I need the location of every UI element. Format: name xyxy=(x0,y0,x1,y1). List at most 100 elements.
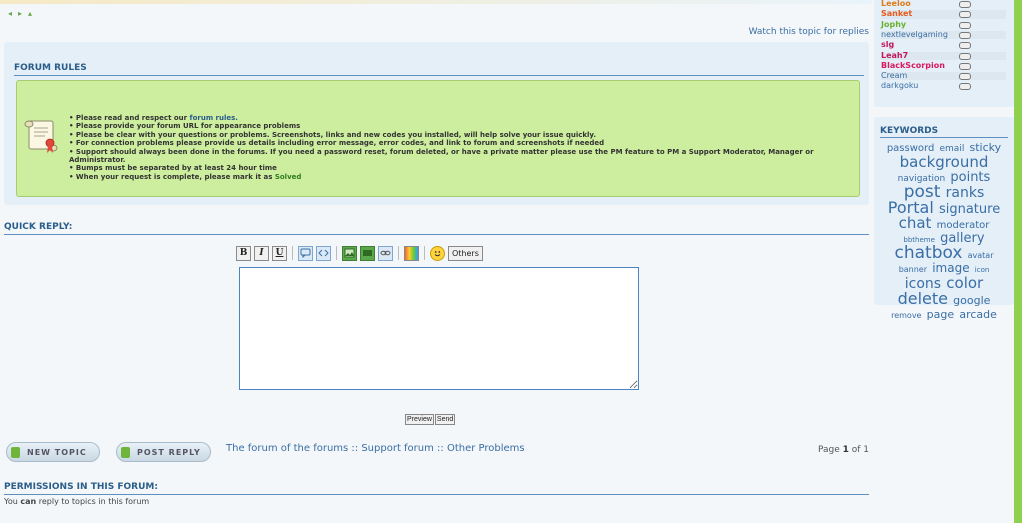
online-user-name[interactable]: Jophy xyxy=(881,20,961,29)
keyword-tag[interactable]: delete xyxy=(898,289,948,308)
watch-topic-link[interactable]: Watch this topic for replies xyxy=(749,27,869,37)
forum-rule-text: • When your request is complete, please … xyxy=(69,172,275,181)
online-user-row: Leeloo xyxy=(881,0,1006,8)
keyword-tag[interactable]: background xyxy=(900,153,989,171)
keyword-tag[interactable]: chat xyxy=(899,214,932,232)
link-icon[interactable] xyxy=(378,245,393,261)
color-icon[interactable] xyxy=(404,245,419,261)
user-status-icon xyxy=(959,31,971,39)
next-arrow-icon[interactable]: ▸ xyxy=(18,9,22,18)
topic-nav: ◂ ▸ ▴ xyxy=(8,9,32,18)
online-user-name[interactable]: slg xyxy=(881,40,961,49)
forum-rule-item: • Please be clear with your questions or… xyxy=(69,131,829,139)
user-status-icon xyxy=(959,73,971,81)
user-status-icon xyxy=(959,52,971,60)
scroll-certificate-icon xyxy=(24,120,58,153)
keyword-tag[interactable]: icon xyxy=(975,266,990,274)
up-arrow-icon[interactable]: ▴ xyxy=(28,9,32,18)
keywords-title: KEYWORDS xyxy=(880,126,1008,138)
reply-buttons: Preview Send xyxy=(405,414,456,425)
top-strip xyxy=(0,0,872,4)
post-reply-button[interactable]: POST REPLY xyxy=(116,442,211,462)
online-user-row: Jophy xyxy=(881,20,1006,29)
code-icon[interactable] xyxy=(316,245,331,261)
quote-icon[interactable] xyxy=(298,245,313,261)
user-status-icon xyxy=(959,11,971,19)
user-status-icon xyxy=(959,83,971,91)
online-user-row: Cream xyxy=(881,71,1006,81)
online-users-panel: Leeloo Sanket Jophy nextlevelgaming slg Leah7… xyxy=(874,0,1014,107)
keyword-tag[interactable]: chatbox xyxy=(895,243,963,263)
keyword-tag[interactable]: moderator xyxy=(937,220,990,231)
online-user-name[interactable]: Leah7 xyxy=(881,51,961,60)
forum-rule-item: • Please read and respect our forum rule… xyxy=(69,114,829,122)
keyword-tag[interactable]: remove xyxy=(891,311,921,320)
forum-rules-content: • Please read and respect our forum rule… xyxy=(16,80,860,197)
permissions-title: PERMISSIONS IN THIS FORUM: xyxy=(4,482,869,495)
online-user-name[interactable]: Leeloo xyxy=(881,0,961,8)
others-button[interactable]: Others xyxy=(448,245,483,261)
online-user-name[interactable]: nextlevelgaming xyxy=(881,30,961,39)
forum-rule-text: • Please read and respect our xyxy=(69,114,190,122)
keyword-tag[interactable]: points xyxy=(950,170,990,185)
toolbar-separator xyxy=(398,246,399,260)
forum-rule-item: • For connection problems please provide… xyxy=(69,139,829,147)
online-user-name[interactable]: Cream xyxy=(881,71,961,80)
underline-button[interactable]: U xyxy=(272,245,287,261)
online-user-row: darkgoku xyxy=(881,81,1006,91)
preview-button[interactable]: Preview xyxy=(405,414,434,425)
send-button[interactable]: Send xyxy=(434,414,456,425)
new-topic-button[interactable]: NEW TOPIC xyxy=(6,442,100,462)
permissions-prefix: You xyxy=(4,497,21,506)
online-user-name[interactable]: darkgoku xyxy=(881,81,961,90)
user-status-icon xyxy=(959,21,971,29)
keyword-tag[interactable]: arcade xyxy=(959,308,997,321)
forum-rules-list: • Please read and respect our forum rule… xyxy=(69,114,829,181)
keyword-tag[interactable]: signature xyxy=(939,202,1000,217)
forum-rules-title: FORUM RULES xyxy=(14,63,864,76)
forum-rule-text: • Please provide your forum URL for appe… xyxy=(69,122,301,131)
forum-rule-text: • Bumps must be separated by at least 24… xyxy=(69,164,277,173)
forum-rules-link[interactable]: forum rules. xyxy=(190,114,238,122)
online-user-row: slg xyxy=(881,40,1006,50)
forum-rule-item: • When your request is complete, please … xyxy=(69,173,829,181)
pagination-prefix: Page xyxy=(817,445,843,455)
online-user-row: nextlevelgaming xyxy=(881,30,1006,40)
italic-button[interactable]: I xyxy=(254,245,269,261)
online-user-row: BlackScorpion xyxy=(881,61,1006,70)
keyword-tag[interactable]: google xyxy=(953,294,990,307)
permissions-text: You can reply to topics in this forum xyxy=(4,497,149,506)
image-icon[interactable] xyxy=(342,245,357,261)
video-icon[interactable] xyxy=(360,245,375,261)
keyword-tag[interactable]: avatar xyxy=(968,251,994,260)
prev-arrow-icon[interactable]: ◂ xyxy=(8,9,12,18)
pagination: Page 1 of 1 xyxy=(818,445,869,455)
bold-button[interactable]: B xyxy=(236,245,251,261)
quick-reply-title: QUICK REPLY: xyxy=(4,222,869,235)
forum-rule-text: • Please be clear with your questions or… xyxy=(69,130,597,139)
keyword-tag[interactable]: banner xyxy=(899,265,927,274)
smiley-icon[interactable] xyxy=(430,245,445,261)
breadcrumb[interactable]: The forum of the forums :: Support forum… xyxy=(226,443,525,454)
online-user-name[interactable]: BlackScorpion xyxy=(881,61,961,70)
keyword-tag[interactable]: ranks xyxy=(946,185,985,201)
user-status-icon xyxy=(959,42,971,50)
online-user-name[interactable]: Sanket xyxy=(881,9,961,18)
online-user-row: Leah7 xyxy=(881,51,1006,60)
main-content: ◂ ▸ ▴ Watch this topic for replies FORUM… xyxy=(0,0,872,523)
keyword-tag[interactable]: image xyxy=(932,261,969,275)
quick-reply-textarea[interactable] xyxy=(239,267,639,390)
toolbar-separator xyxy=(424,246,425,260)
bottom-action-bar: NEW TOPIC POST REPLY The forum of the fo… xyxy=(4,440,869,464)
total-pages: 1 xyxy=(863,445,869,455)
keyword-tag[interactable]: color xyxy=(946,274,983,292)
keyword-tag[interactable]: page xyxy=(927,308,954,321)
toolbar-separator xyxy=(292,246,293,260)
forum-rule-item: • Support should always been done in the… xyxy=(69,148,829,165)
pagination-mid: of xyxy=(848,445,864,455)
permissions-suffix: reply to topics in this forum xyxy=(36,497,150,506)
permissions-can: can xyxy=(20,497,37,506)
keywords-panel: KEYWORDS password email sticky backgroun… xyxy=(874,117,1014,321)
toolbar-separator xyxy=(336,246,337,260)
keywords-cloud: password email sticky background navigat… xyxy=(882,141,1006,322)
